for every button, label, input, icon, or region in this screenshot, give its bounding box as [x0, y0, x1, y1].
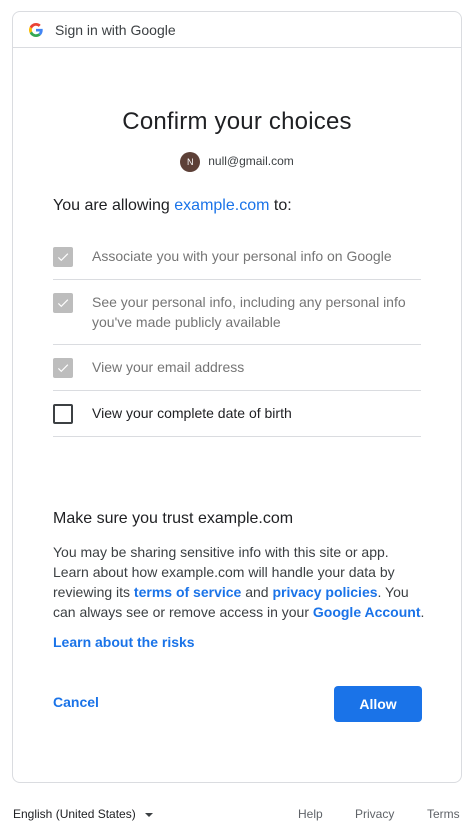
permission-label: View your email address: [92, 359, 245, 375]
checkbox-checked-disabled: [53, 247, 73, 267]
permission-item: See your personal info, including any pe…: [53, 280, 421, 345]
permission-item: Associate you with your personal info on…: [53, 234, 421, 280]
terms-of-service-link[interactable]: terms of service: [134, 584, 241, 600]
date-of-birth-checkbox[interactable]: [53, 404, 73, 424]
permission-item: View your email address: [53, 345, 421, 391]
card-header: Sign in with Google: [13, 12, 461, 48]
page-title: Confirm your choices: [122, 108, 352, 135]
account-email: null@gmail.com: [208, 153, 294, 168]
privacy-policies-link[interactable]: privacy policies: [272, 584, 377, 600]
permission-label: See your personal info, including any pe…: [92, 294, 406, 330]
allowing-heading: You are allowing example.com to:: [53, 197, 292, 215]
check-icon: [57, 253, 69, 262]
permission-list: Associate you with your personal info on…: [53, 234, 421, 437]
site-link[interactable]: example.com: [174, 197, 269, 214]
check-icon: [57, 364, 69, 373]
language-label: English (United States): [13, 807, 136, 821]
check-icon: [57, 299, 69, 308]
allowing-prefix: You are allowing: [53, 197, 170, 214]
cancel-button[interactable]: Cancel: [53, 694, 99, 710]
google-g-icon: [29, 22, 43, 37]
privacy-link[interactable]: Privacy: [355, 807, 394, 821]
trust-text-4: .: [420, 604, 425, 620]
avatar: N: [180, 152, 201, 172]
allowing-suffix: to:: [273, 197, 292, 214]
google-account-link[interactable]: Google Account: [313, 604, 421, 620]
caret-down-icon: [144, 812, 153, 817]
allow-button[interactable]: Allow: [334, 686, 422, 722]
language-select[interactable]: English (United States): [13, 807, 153, 821]
terms-link[interactable]: Terms: [427, 807, 460, 821]
account-chip[interactable]: N null@gmail.com: [13, 149, 461, 172]
header-title: Sign in with Google: [55, 21, 176, 38]
trust-text-2: and: [241, 584, 273, 600]
permission-label: Associate you with your personal info on…: [92, 248, 392, 264]
permission-item-dob[interactable]: View your complete date of birth: [53, 391, 421, 437]
permission-label: View your complete date of birth: [92, 405, 292, 421]
trust-body: You may be sharing sensitive info with t…: [53, 542, 425, 622]
checkbox-checked-disabled: [53, 358, 73, 378]
learn-risks-link[interactable]: Learn about the risks: [53, 634, 195, 650]
checkbox-checked-disabled: [53, 293, 73, 313]
help-link[interactable]: Help: [298, 807, 323, 821]
trust-heading: Make sure you trust example.com: [53, 510, 294, 527]
consent-card: Sign in with Google Confirm your choices…: [12, 11, 462, 783]
footer: English (United States) Help Privacy Ter…: [0, 803, 474, 825]
